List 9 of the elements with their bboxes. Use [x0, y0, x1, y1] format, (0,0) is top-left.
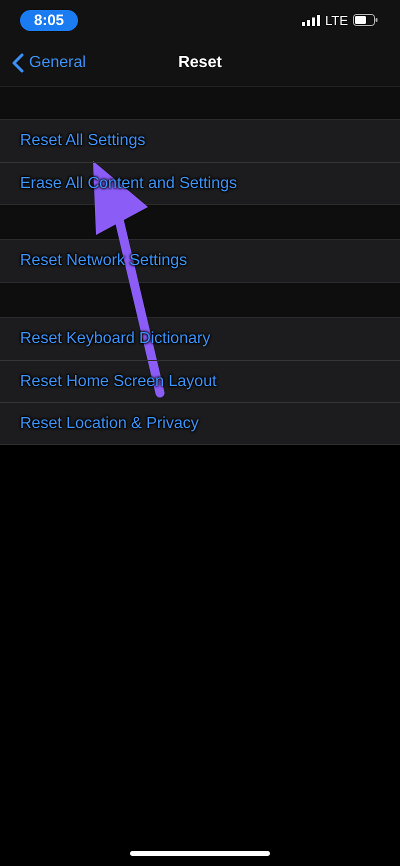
signal-icon [302, 14, 320, 26]
battery-icon [353, 14, 378, 26]
back-button[interactable]: General [0, 53, 86, 73]
reset-option[interactable]: Reset All Settings [0, 120, 400, 162]
reset-option[interactable]: Reset Location & Privacy [0, 402, 400, 444]
network-label: LTE [325, 12, 348, 28]
chevron-left-icon [12, 53, 24, 73]
status-time: 8:05 [20, 10, 78, 30]
nav-title: Reset [178, 54, 222, 72]
